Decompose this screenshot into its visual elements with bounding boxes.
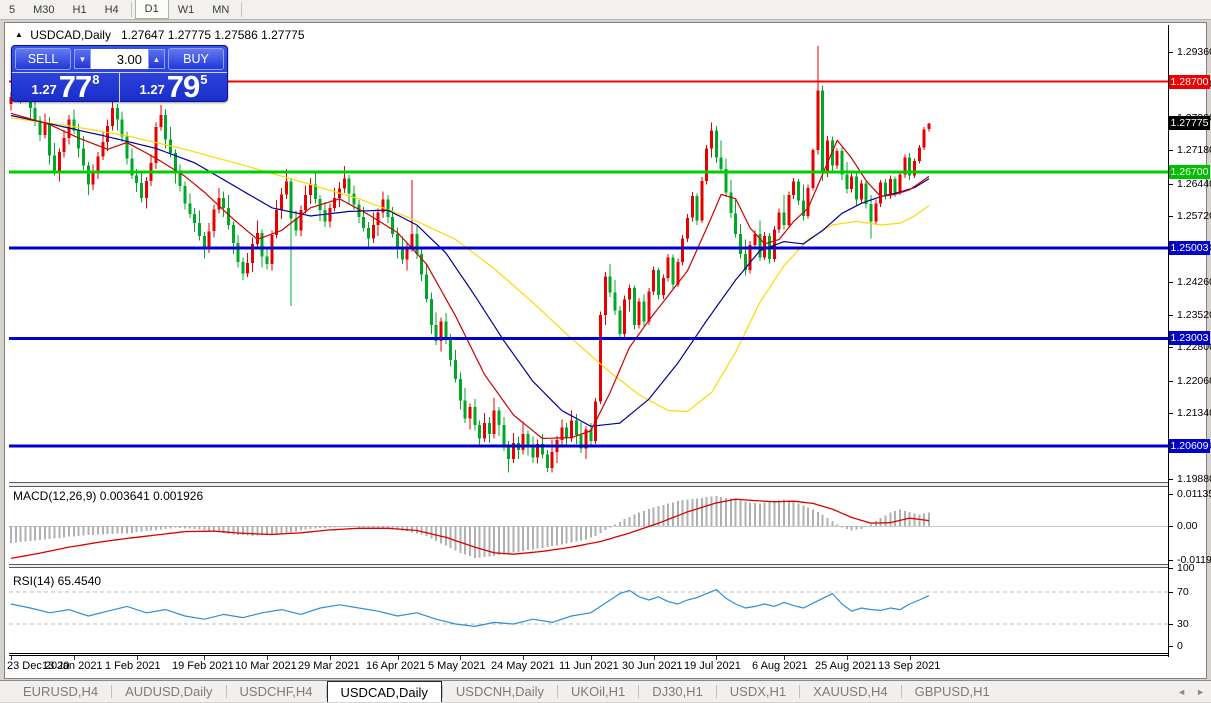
macd-indicator-label: MACD(12,26,9) 0.003641 0.001926 (13, 489, 204, 503)
date-axis-label: 25 Aug 2021 (815, 660, 877, 672)
macd-axis-tick (1168, 526, 1173, 527)
price-axis-label: 1.23520 (1177, 309, 1211, 321)
date-axis-label: 16 Apr 2021 (366, 660, 426, 672)
price-axis-label: 1.22060 (1177, 375, 1211, 387)
tab-eurusd-h4[interactable]: EURUSD,H4 (10, 681, 111, 702)
one-click-trade-panel: SELL ▼ ▲ BUY 1.27 77 8 1.27 79 5 (11, 45, 228, 102)
price-axis-label: 1.19880 (1177, 473, 1211, 485)
sell-price-pip: 8 (92, 72, 100, 87)
buy-price-display[interactable]: 1.27 79 5 (120, 69, 227, 104)
volume-input[interactable] (91, 49, 148, 69)
price-level-badge: 1.27775 (1169, 116, 1210, 130)
price-axis-tick (1168, 347, 1173, 348)
sell-price-display[interactable]: 1.27 77 8 (12, 69, 120, 104)
tab-xauusd-h4[interactable]: XAUUSD,H4 (800, 681, 900, 702)
macd-axis-label: 0.01135 (1177, 488, 1211, 500)
price-axis-tick (1168, 150, 1173, 151)
toolbar-separator (241, 2, 243, 17)
price-axis-tick (1168, 52, 1173, 53)
chart-window: ▲ USDCAD,Daily 1.27647 1.27775 1.27586 1… (4, 22, 1211, 679)
timeframe-button-h1[interactable]: H1 (64, 0, 96, 19)
chart-ohlc-values: 1.27647 1.27775 1.27586 1.27775 (120, 28, 305, 42)
price-axis-tick (1168, 381, 1173, 382)
date-axis-label: 11 Jun 2021 (559, 660, 619, 672)
tab-gbpusd-h1[interactable]: GBPUSD,H1 (902, 681, 1003, 702)
buy-price-prefix: 1.27 (139, 82, 165, 97)
rsi-axis-tick (1168, 624, 1173, 625)
tab-usdcad-daily[interactable]: USDCAD,Daily (326, 681, 442, 702)
rsi-axis-label: 0 (1177, 640, 1183, 652)
timeframe-button-h4[interactable]: H4 (96, 0, 128, 19)
timeframe-button-5[interactable]: 5 (0, 0, 24, 19)
price-axis-label: 1.24260 (1177, 276, 1211, 288)
price-axis-label: 1.27180 (1177, 144, 1211, 156)
price-axis-tick (1168, 315, 1173, 316)
price-level-badge: 1.26700 (1169, 165, 1210, 179)
date-axis-label: 1 Feb 2021 (105, 660, 161, 672)
timeframe-button-w1[interactable]: W1 (169, 0, 204, 19)
tab-usdx-h1[interactable]: USDX,H1 (717, 681, 799, 702)
date-axis-label: 6 Aug 2021 (752, 660, 808, 672)
macd-axis-label: 0.00 (1177, 520, 1198, 532)
chart-canvas[interactable] (9, 25, 1168, 655)
sell-price-big: 77 (58, 69, 92, 104)
price-axis-tick (1168, 479, 1173, 480)
rsi-axis-tick (1168, 592, 1173, 593)
timeframe-button-d1[interactable]: D1 (134, 0, 169, 19)
price-level-badge: 1.23003 (1169, 331, 1210, 345)
symbol-tab-bar: EURUSD,H4 AUDUSD,Daily USDCHF,H4 USDCAD,Dai… (0, 680, 1211, 702)
macd-axis-tick (1168, 494, 1173, 495)
tab-ukoil-h1[interactable]: UKOil,H1 (558, 681, 638, 702)
price-axis-tick (1168, 216, 1173, 217)
timeframe-button-mn[interactable]: MN (203, 0, 238, 19)
tab-usdcnh-daily[interactable]: USDCNH,Daily (443, 681, 557, 702)
price-axis-tick (1168, 282, 1173, 283)
date-axis-label: 19 Jul 2021 (684, 660, 741, 672)
tab-scroll-left-icon[interactable]: ◄ (1177, 687, 1186, 697)
rsi-indicator-label: RSI(14) 65.4540 (13, 574, 102, 588)
tab-scroll-right-icon[interactable]: ► (1196, 687, 1205, 697)
price-axis-label: 1.25720 (1177, 210, 1211, 222)
date-axis-label: 13 Jan 2021 (42, 660, 103, 672)
date-axis-label: 10 Mar 2021 (235, 660, 297, 672)
sell-button[interactable]: SELL (15, 48, 71, 70)
collapse-icon[interactable]: ▲ (15, 30, 23, 39)
price-axis-tick (1168, 184, 1173, 185)
toolbar-separator (130, 2, 132, 17)
price-level-badge: 1.25003 (1169, 241, 1210, 255)
buy-price-pip: 5 (200, 72, 208, 87)
rsi-axis-tick (1168, 646, 1173, 647)
date-axis-label: 5 May 2021 (428, 660, 486, 672)
volume-increase-button[interactable]: ▲ (148, 49, 165, 69)
price-level-badge: 1.20609 (1169, 439, 1210, 453)
buy-price-big: 79 (166, 69, 200, 104)
rsi-axis-tick (1168, 568, 1173, 569)
price-axis-tick (1168, 413, 1173, 414)
buy-button[interactable]: BUY (168, 48, 224, 70)
price-axis-label: 1.21340 (1177, 407, 1211, 419)
rsi-axis-label: 70 (1177, 586, 1189, 598)
chart-title: ▲ USDCAD,Daily 1.27647 1.27775 1.27586 1… (15, 28, 305, 42)
date-axis-label: 19 Feb 2021 (172, 660, 234, 672)
macd-axis-tick (1168, 560, 1173, 561)
chart-symbol-period: USDCAD,Daily (30, 28, 111, 42)
tab-audusd-daily[interactable]: AUDUSD,Daily (112, 681, 225, 702)
price-level-badge: 1.28700 (1169, 75, 1210, 89)
tab-usdchf-h4[interactable]: USDCHF,H4 (227, 681, 326, 702)
chart-bottom-border (9, 655, 1169, 656)
date-axis-label: 30 Jun 2021 (622, 660, 683, 672)
tab-dj30-h1[interactable]: DJ30,H1 (639, 681, 716, 702)
rsi-axis-label: 100 (1177, 562, 1195, 574)
date-axis-label: 29 Mar 2021 (298, 660, 360, 672)
date-axis-label: 13 Sep 2021 (878, 660, 941, 672)
date-axis-label: 24 May 2021 (491, 660, 555, 672)
timeframe-button-m30[interactable]: M30 (24, 0, 63, 19)
price-axis-label: 1.26440 (1177, 178, 1211, 190)
timeframe-toolbar: 5 M30 H1 H4 D1 W1 MN (0, 0, 1211, 20)
rsi-axis-label: 30 (1177, 618, 1189, 630)
price-axis-label: 1.29360 (1177, 46, 1211, 58)
sell-price-prefix: 1.27 (31, 82, 57, 97)
volume-decrease-button[interactable]: ▼ (74, 49, 91, 69)
